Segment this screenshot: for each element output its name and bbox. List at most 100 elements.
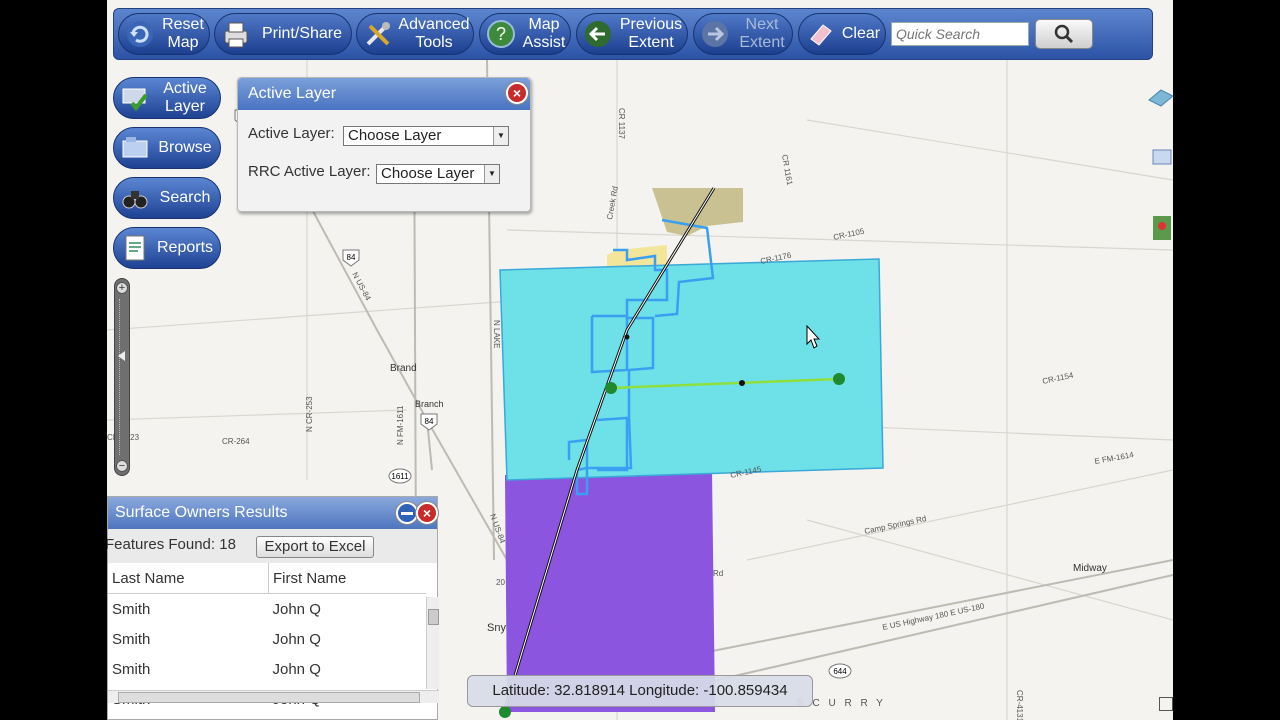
search-icon (1054, 24, 1074, 44)
cell-first-name: John Q (272, 630, 321, 648)
scrollbar-thumb[interactable] (118, 692, 420, 703)
measure-start-vertex[interactable] (605, 382, 617, 394)
previous-extent-button[interactable]: Previous Extent (576, 13, 688, 55)
column-header-last-name[interactable]: Last Name (108, 563, 269, 594)
clear-button[interactable]: Clear (798, 13, 886, 55)
next-extent-button[interactable]: Next Extent (693, 13, 793, 55)
table-header-row: Last Name First Name (108, 563, 426, 594)
map-assist-button[interactable]: ? Map Assist (479, 13, 571, 55)
print-share-label: Print/Share (261, 25, 343, 42)
parcel-cyan[interactable] (499, 258, 884, 481)
active-layer-panel: Active Layer × Active Layer: Choose Laye… (237, 77, 531, 212)
active-layer-label: Active Layer (163, 80, 207, 115)
chevron-down-icon: ▼ (493, 127, 508, 145)
basemap-icon[interactable] (1147, 82, 1173, 108)
printer-icon (219, 17, 253, 51)
export-to-excel-button[interactable]: Export to Excel (256, 536, 374, 558)
previous-arrow-icon (581, 17, 615, 51)
label-branch: Branch (415, 399, 444, 409)
shield-84a: 84 (347, 253, 356, 262)
table-row[interactable]: Smith John Q (108, 654, 426, 684)
main-toolbar: Reset Map Print/Share Advanced Tools ? M… (113, 8, 1153, 60)
coordinate-readout: Latitude: 32.818914 Longitude: -100.8594… (467, 675, 813, 707)
active-layer-select-value: Choose Layer (348, 127, 442, 144)
cell-last-name: Smith (112, 630, 151, 648)
active-layer-field-label: Active Layer: (248, 125, 335, 142)
next-extent-label: Next Extent (739, 16, 785, 51)
reports-button[interactable]: Reports (113, 227, 221, 269)
close-active-layer-icon[interactable]: × (506, 82, 528, 104)
cell-first-name: John Q (272, 600, 321, 618)
measure-mid-vertex[interactable] (739, 380, 745, 386)
label-midway: Midway (1073, 563, 1107, 574)
zoom-slider[interactable]: + − (114, 278, 130, 476)
reset-map-icon (123, 17, 157, 51)
results-vertical-scrollbar[interactable] (426, 597, 439, 689)
label-brand: Brand (390, 363, 417, 374)
reset-map-label: Reset Map (162, 16, 204, 51)
map-pin-icon[interactable] (1147, 214, 1173, 240)
cell-first-name: John Q (272, 660, 321, 678)
rrc-layer-field-label: RRC Active Layer: (248, 163, 371, 180)
minimize-icon[interactable] (396, 502, 418, 524)
active-layer-button[interactable]: Active Layer (113, 77, 221, 119)
label-cr1137: CR 1137 (617, 108, 626, 140)
clear-label: Clear (841, 25, 881, 42)
pipeline-point (624, 334, 630, 340)
print-share-button[interactable]: Print/Share (214, 13, 352, 55)
zoom-out-button[interactable]: − (116, 460, 128, 472)
browse-label: Browse (158, 139, 212, 156)
layers-icon[interactable] (1147, 144, 1173, 170)
pipeline-end-vertex[interactable] (499, 706, 511, 718)
help-globe-icon: ? (484, 17, 518, 51)
browse-button[interactable]: Browse (113, 127, 221, 169)
column-header-first-name[interactable]: First Name (268, 563, 426, 594)
label-cr264: CR-264 (222, 437, 250, 446)
label-snyder: Sny (487, 622, 506, 634)
close-results-icon[interactable]: × (416, 502, 438, 524)
label-cr253: N CR-253 (305, 396, 314, 432)
label-cr4131: CR-4131 (1015, 690, 1024, 720)
resize-corner-icon[interactable] (1159, 697, 1173, 711)
quick-search-button[interactable] (1035, 19, 1093, 49)
table-row[interactable]: Smith John Q (108, 594, 426, 625)
zoom-in-button[interactable]: + (116, 282, 128, 294)
cell-last-name: Smith (112, 600, 151, 618)
results-panel-title: Surface Owners Results (108, 497, 437, 529)
tools-icon (361, 17, 395, 51)
svg-text:?: ? (496, 24, 506, 44)
label-20: 20 (496, 578, 505, 587)
search-label: Search (159, 189, 211, 206)
binoculars-icon (120, 183, 150, 213)
browse-folder-icon (120, 133, 150, 163)
map-assist-label: Map Assist (522, 16, 566, 51)
label-lake: N LAKE (492, 320, 501, 348)
previous-extent-label: Previous Extent (619, 16, 683, 51)
reset-map-button[interactable]: Reset Map (118, 13, 210, 55)
features-found-count: Features Found: 18 (107, 536, 236, 553)
shield-644: 644 (833, 667, 847, 676)
eraser-icon (803, 17, 837, 51)
active-layer-select[interactable]: Choose Layer ▼ (343, 126, 509, 146)
zoom-track[interactable] (119, 299, 126, 455)
map-application: 84 84 1611 644 84 Brand Branch CR-264 CR… (107, 0, 1173, 720)
cell-last-name: Smith (112, 660, 151, 678)
advanced-tools-label: Advanced Tools (398, 16, 470, 51)
measure-end-vertex[interactable] (833, 373, 845, 385)
label-fm1611: N FM-1611 (396, 405, 405, 445)
rrc-layer-select[interactable]: Choose Layer ▼ (376, 164, 500, 184)
scrollbar-thumb[interactable] (428, 609, 439, 625)
results-toolbar: Features Found: 18 Export to Excel (107, 529, 437, 563)
advanced-tools-button[interactable]: Advanced Tools (356, 13, 474, 55)
label-rd: Rd (713, 569, 723, 578)
results-horizontal-scrollbar[interactable] (108, 690, 439, 703)
search-button[interactable]: Search (113, 177, 221, 219)
table-row[interactable]: Smith John Q (108, 624, 426, 654)
chevron-down-icon: ▼ (484, 165, 499, 183)
layer-check-icon (120, 83, 150, 113)
shield-84b: 84 (425, 417, 434, 426)
quick-search-input[interactable] (891, 22, 1029, 46)
zoom-thumb[interactable] (118, 351, 125, 361)
shield-1611: 1611 (391, 472, 409, 481)
rrc-layer-select-value: Choose Layer (381, 165, 475, 182)
